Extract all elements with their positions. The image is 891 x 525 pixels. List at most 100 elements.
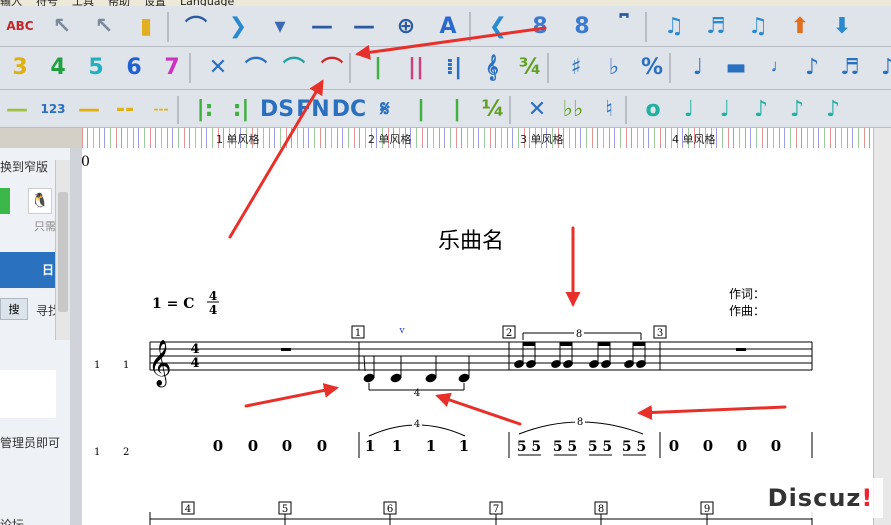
sixteenth-note-icon[interactable]: ♬ (834, 51, 866, 83)
switch-narrow-link[interactable]: 换到窄版 (0, 158, 48, 175)
ruler-segment-1[interactable]: 1 单风格 (216, 131, 260, 147)
percent-repeat-icon[interactable]: % (636, 51, 668, 83)
jianpu-m4-3[interactable]: 0 (737, 437, 747, 455)
double-sharp-icon[interactable]: ✕ (522, 94, 552, 124)
score-title[interactable]: 乐曲名 (438, 229, 504, 254)
tuplet-bracket-icon[interactable]: ⎴ (608, 10, 640, 42)
number-4-icon[interactable]: 4 (42, 51, 74, 83)
traffic-light-icon[interactable]: ▮ (130, 10, 162, 42)
notes-measure-2[interactable] (363, 355, 470, 391)
jianpu-m3-2[interactable]: 5 5 (553, 439, 577, 455)
lyricist-label[interactable]: 作词： (729, 287, 765, 301)
flat-icon[interactable]: ♭ (598, 51, 630, 83)
e-note-icon[interactable]: ♪ (746, 94, 776, 124)
whole-rest-m1[interactable] (281, 348, 291, 351)
decrescendo-icon[interactable]: ❮ (482, 10, 514, 42)
bar2-icon[interactable]: | (442, 94, 472, 124)
time-signature-icon[interactable]: ¾ (514, 51, 546, 83)
search-tab[interactable]: 搜 (0, 298, 28, 320)
dash-line-icon[interactable]: — (74, 94, 104, 124)
jianpu-measure-3[interactable]: 5 5 5 5 5 5 5 5 (517, 439, 646, 455)
forum-link[interactable]: 论坛 (0, 516, 24, 525)
crosshair-icon[interactable]: ⊕ (390, 10, 422, 42)
jianpu-m4-1[interactable]: 0 (669, 437, 679, 455)
repeat-start-icon[interactable]: |: (190, 94, 220, 124)
dash-icon[interactable]: — (306, 10, 338, 42)
jianpu-m2-1[interactable]: 1 (365, 437, 375, 455)
segno-icon[interactable]: 𝄋 (370, 94, 400, 124)
q-note-icon[interactable]: ♩ (674, 94, 704, 124)
add-voice-icon[interactable]: 8 (524, 10, 556, 42)
jianpu-measure-4[interactable]: 0 0 0 0 (669, 437, 781, 455)
number-7-icon[interactable]: 7 (156, 51, 188, 83)
fermata-icon[interactable]: ⌒ (180, 10, 212, 42)
sixteenth-icon[interactable]: ♬ (700, 10, 732, 42)
jianpu-m2-4[interactable]: 1 (459, 437, 469, 455)
whole-rest-icon[interactable]: ▬ (720, 51, 752, 83)
slur-icon[interactable]: ⌒ (240, 51, 272, 83)
score-canvas[interactable]: 0 乐曲名 1 = C 4 4 作词： 作曲： 1 1 1 2 𝄞 4 4 1 … (82, 148, 873, 525)
double-flat-icon[interactable]: ♭♭ (558, 94, 588, 124)
jianpu-m1-2[interactable]: 0 (248, 437, 258, 455)
measure-number-6[interactable]: 6 (387, 504, 393, 515)
jianpu-measure-1[interactable]: 0 0 0 0 (213, 437, 327, 455)
natural-icon[interactable]: ♮ (594, 94, 624, 124)
double-barline-icon[interactable]: || (400, 51, 432, 83)
long-dash-icon[interactable]: — (348, 10, 380, 42)
dc-icon[interactable]: DC (332, 94, 366, 124)
ds-icon[interactable]: DS (260, 94, 294, 124)
dotted-line-icon[interactable]: -- (110, 94, 140, 124)
tempo-label[interactable]: 1 = C (152, 296, 194, 312)
left-scroll-thumb[interactable] (58, 192, 68, 312)
jianpu-m1-3[interactable]: 0 (282, 437, 292, 455)
beamed-notes-icon[interactable]: ♫ (742, 10, 774, 42)
jianpu-m3-3[interactable]: 5 5 (588, 439, 612, 455)
delete-x-icon[interactable]: ✕ (202, 51, 234, 83)
move-down-icon[interactable]: ⬇ (826, 10, 858, 42)
measure-number-8[interactable]: 8 (598, 504, 604, 515)
whole-rest-m3[interactable] (736, 348, 746, 351)
number-5-icon[interactable]: 5 (80, 51, 112, 83)
input-cursor-icon[interactable]: ↖ (88, 10, 120, 42)
repeat-end-icon[interactable]: :| (226, 94, 256, 124)
eighth-pair-icon[interactable]: ♫ (658, 10, 690, 42)
staff-1[interactable] (150, 341, 812, 371)
measure-number-3[interactable]: 3 (657, 328, 663, 339)
dashed-line-icon[interactable]: --- (146, 94, 176, 124)
composer-label[interactable]: 作曲： (729, 304, 765, 318)
green-button[interactable] (0, 188, 10, 214)
fine-icon[interactable]: FN (296, 94, 329, 124)
time-sig-44-icon[interactable]: ¼ (478, 94, 508, 124)
t-note-icon[interactable]: ♪ (818, 94, 848, 124)
ruler-segment-2[interactable]: 2 单风格 (368, 131, 412, 147)
measure-number-5[interactable]: 5 (282, 504, 288, 515)
nav-item-day[interactable]: 日 (42, 261, 54, 278)
text-a-icon[interactable]: A (432, 10, 464, 42)
jianpu-m3-1[interactable]: 5 5 (517, 439, 541, 455)
number-6-icon[interactable]: 6 (118, 51, 150, 83)
next-arrow-icon[interactable]: ❯ (222, 10, 254, 42)
s-note-icon[interactable]: ♪ (782, 94, 812, 124)
eighth-note-icon[interactable]: ♪ (796, 51, 828, 83)
jianpu-m1-1[interactable]: 0 (213, 437, 223, 455)
jianpu-m4-2[interactable]: 0 (703, 437, 713, 455)
measure-number-4[interactable]: 4 (185, 504, 191, 515)
barline-icon[interactable]: | (362, 51, 394, 83)
bar-icon[interactable]: | (406, 94, 436, 124)
whole-note-icon[interactable]: o (638, 94, 668, 124)
jianpu-measure-2[interactable]: 1 1 1 1 (365, 437, 469, 455)
right-scrollbar[interactable] (873, 128, 891, 525)
left-scrollbar[interactable] (55, 160, 70, 340)
repeat-barline-icon[interactable]: ⁞| (438, 51, 470, 83)
measure-number-1[interactable]: 1 (355, 328, 361, 339)
jianpu-m1-4[interactable]: 0 (317, 437, 327, 455)
treble-clef-icon[interactable]: 𝄞 (476, 51, 508, 83)
abc-spellcheck-icon[interactable]: ABC (4, 10, 36, 42)
thirtysecond-note-icon[interactable]: ♪ (872, 51, 891, 83)
qq-penguin-icon[interactable]: 🐧 (28, 188, 52, 214)
h-note-icon[interactable]: ♩ (710, 94, 740, 124)
triplet-slur-icon[interactable]: ⌒ (316, 51, 348, 83)
number-3-icon[interactable]: 3 (4, 51, 36, 83)
measure-number-9[interactable]: 9 (704, 504, 710, 515)
jianpu-m3-4[interactable]: 5 5 (622, 439, 646, 455)
